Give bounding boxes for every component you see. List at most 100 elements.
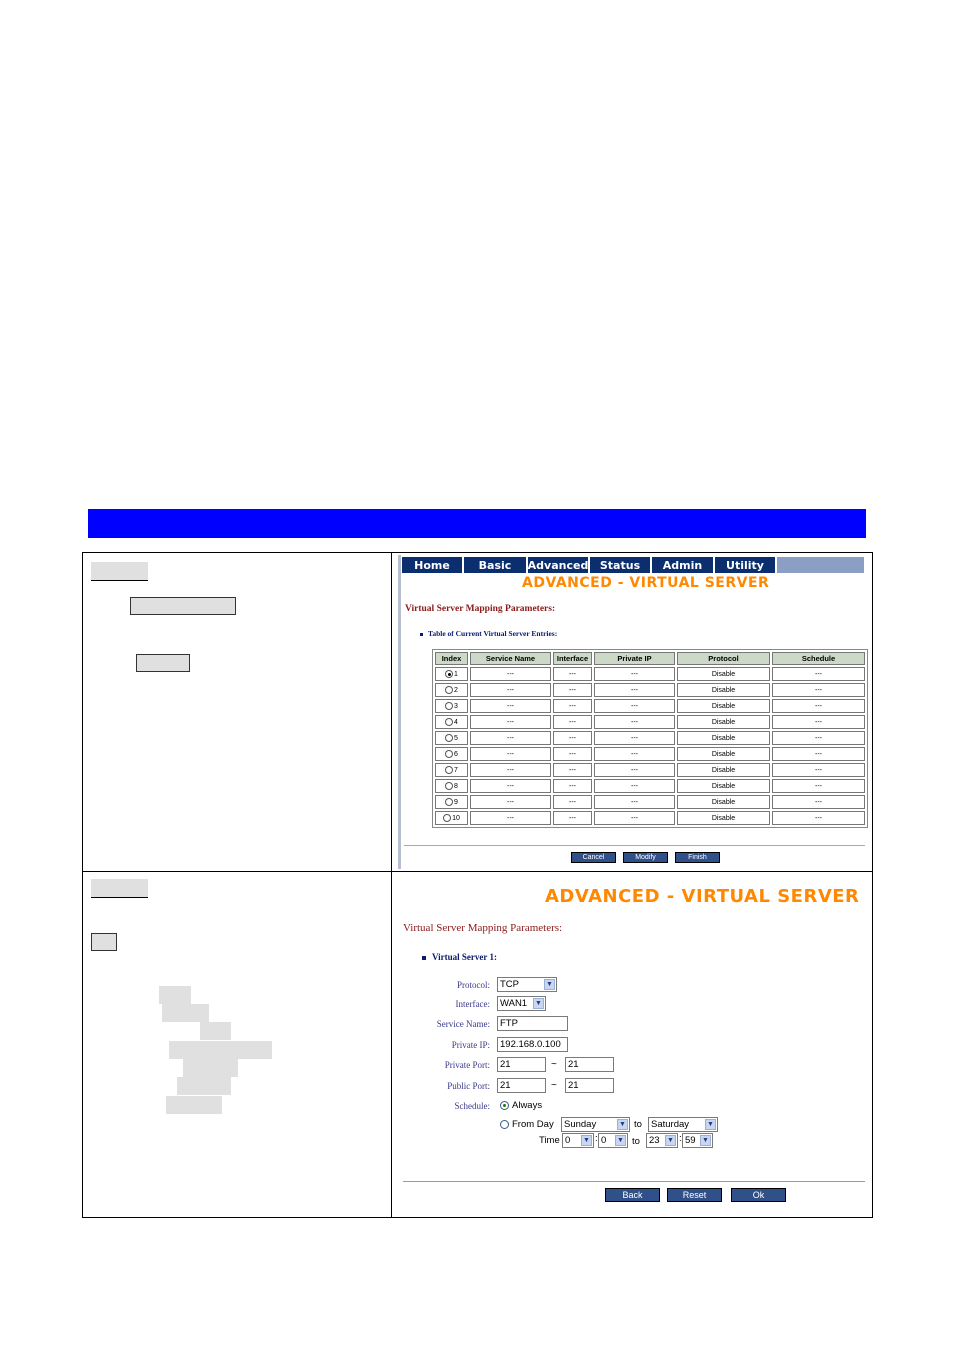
radio-icon[interactable]: [445, 702, 454, 710]
table-cell: Disable: [677, 683, 770, 697]
nav-home[interactable]: Home: [402, 557, 464, 573]
chevron-down-icon: ▼: [617, 1119, 628, 1130]
private-port-label: Private Port:: [444, 1060, 490, 1070]
finish-button[interactable]: Finish: [675, 852, 720, 863]
index-radio-cell[interactable]: 1: [435, 667, 468, 681]
ok-button[interactable]: Ok: [731, 1188, 786, 1202]
nav-status[interactable]: Status: [590, 557, 652, 573]
radio-icon[interactable]: [445, 734, 454, 742]
time-to-minute-select[interactable]: 59 ▼: [682, 1133, 713, 1148]
schedule-from-day-label: From Day: [512, 1119, 554, 1130]
index-radio-cell[interactable]: 4: [435, 715, 468, 729]
from-day-select[interactable]: Sunday ▼: [561, 1117, 630, 1132]
public-port-from-input[interactable]: 21: [497, 1078, 546, 1093]
table-cell: ---: [470, 715, 551, 729]
schedule-always-radio[interactable]: [500, 1101, 509, 1110]
schedule-always-label: Always: [512, 1100, 543, 1111]
table-cell: Disable: [677, 763, 770, 777]
index-radio-cell[interactable]: 8: [435, 779, 468, 793]
table-cell: ---: [470, 811, 551, 825]
table-cell: ---: [470, 699, 551, 713]
radio-icon[interactable]: [445, 686, 454, 694]
redacted-field-name-3: [200, 1022, 231, 1040]
service-name-input[interactable]: FTP: [497, 1016, 568, 1031]
index-radio-cell[interactable]: 6: [435, 747, 468, 761]
mapping-params-heading-2: Virtual Server Mapping Parameters:: [403, 922, 563, 934]
table-row: 10 --- --- --- Disable ---: [435, 811, 865, 825]
step-underline-1: [91, 580, 148, 581]
step-underline-2: [91, 897, 148, 898]
interface-label: Interface:: [455, 999, 490, 1009]
table-cell: ---: [594, 699, 675, 713]
frame-left-bar: [398, 555, 401, 869]
modify-button[interactable]: Modify: [623, 852, 668, 863]
col-service-name: Service Name: [470, 652, 551, 665]
table-cell: ---: [772, 779, 865, 793]
cancel-button[interactable]: Cancel: [571, 852, 616, 863]
table-cell: Disable: [677, 747, 770, 761]
radio-icon[interactable]: [443, 814, 452, 822]
col-interface: Interface: [553, 652, 592, 665]
redacted-field-name-1: [159, 986, 191, 1004]
table-heading: Table of Current Virtual Server Entries:: [420, 629, 557, 638]
nav-basic[interactable]: Basic: [464, 557, 528, 573]
interface-select[interactable]: WAN1 ▼: [497, 996, 546, 1011]
protocol-select[interactable]: TCP ▼: [497, 977, 557, 992]
redacted-field-name-2: [162, 1004, 209, 1022]
schedule-from-day-radio[interactable]: [500, 1120, 509, 1129]
chevron-down-icon: ▼: [581, 1135, 592, 1146]
to-day-select[interactable]: Saturday ▼: [648, 1117, 718, 1132]
table-cell: ---: [470, 763, 551, 777]
time-from-minute-select[interactable]: 0 ▼: [598, 1133, 628, 1148]
table-row: 9 --- --- --- Disable ---: [435, 795, 865, 809]
index-value: 4: [454, 718, 458, 726]
chevron-down-icon: ▼: [700, 1135, 711, 1146]
radio-icon[interactable]: [445, 750, 454, 758]
index-radio-cell[interactable]: 5: [435, 731, 468, 745]
range-tilde: ~: [551, 1059, 557, 1070]
index-value: 2: [454, 686, 458, 694]
back-button[interactable]: Back: [605, 1188, 660, 1202]
reset-button[interactable]: Reset: [667, 1188, 722, 1202]
index-radio-cell[interactable]: 7: [435, 763, 468, 777]
top-nav: Home Basic Advanced Status Admin Utility: [402, 557, 864, 573]
radio-icon[interactable]: [445, 782, 454, 790]
virtual-server-1-heading: Virtual Server 1:: [422, 952, 497, 962]
radio-icon[interactable]: [445, 766, 454, 774]
radio-icon[interactable]: [445, 798, 454, 806]
index-radio-cell[interactable]: 9: [435, 795, 468, 809]
nav-admin[interactable]: Admin: [652, 557, 715, 573]
panel1-divider: [404, 845, 865, 846]
index-value: 1: [454, 670, 458, 678]
private-ip-input[interactable]: 192.168.0.100: [497, 1037, 568, 1052]
table-cell: ---: [553, 715, 592, 729]
index-radio-cell[interactable]: 3: [435, 699, 468, 713]
table-cell: ---: [772, 811, 865, 825]
table-cell: ---: [594, 795, 675, 809]
table-cell: ---: [772, 763, 865, 777]
radio-icon[interactable]: [445, 670, 454, 678]
private-port-to-input[interactable]: 21: [565, 1057, 614, 1072]
public-port-to-input[interactable]: 21: [565, 1078, 614, 1093]
nav-utility[interactable]: Utility: [715, 557, 777, 573]
table-cell: ---: [553, 747, 592, 761]
table-cell: Disable: [677, 699, 770, 713]
index-radio-cell[interactable]: 10: [435, 811, 468, 825]
chevron-down-icon: ▼: [705, 1119, 716, 1130]
col-protocol: Protocol: [677, 652, 770, 665]
range-tilde: ~: [551, 1080, 557, 1091]
time-from-hour-select[interactable]: 0 ▼: [562, 1133, 594, 1148]
index-radio-cell[interactable]: 2: [435, 683, 468, 697]
table-cell: ---: [470, 779, 551, 793]
to-label: to: [634, 1119, 642, 1130]
radio-icon[interactable]: [445, 718, 454, 726]
chevron-down-icon: ▼: [615, 1135, 626, 1146]
public-port-label: Public Port:: [447, 1081, 490, 1091]
time-to-hour-select[interactable]: 23 ▼: [646, 1133, 678, 1148]
table-row: 2 --- --- --- Disable ---: [435, 683, 865, 697]
nav-advanced[interactable]: Advanced: [528, 557, 590, 573]
chevron-down-icon: ▼: [533, 998, 544, 1009]
schedule-label: Schedule:: [454, 1101, 491, 1111]
private-port-from-input[interactable]: 21: [497, 1057, 546, 1072]
row-divider: [83, 871, 872, 872]
